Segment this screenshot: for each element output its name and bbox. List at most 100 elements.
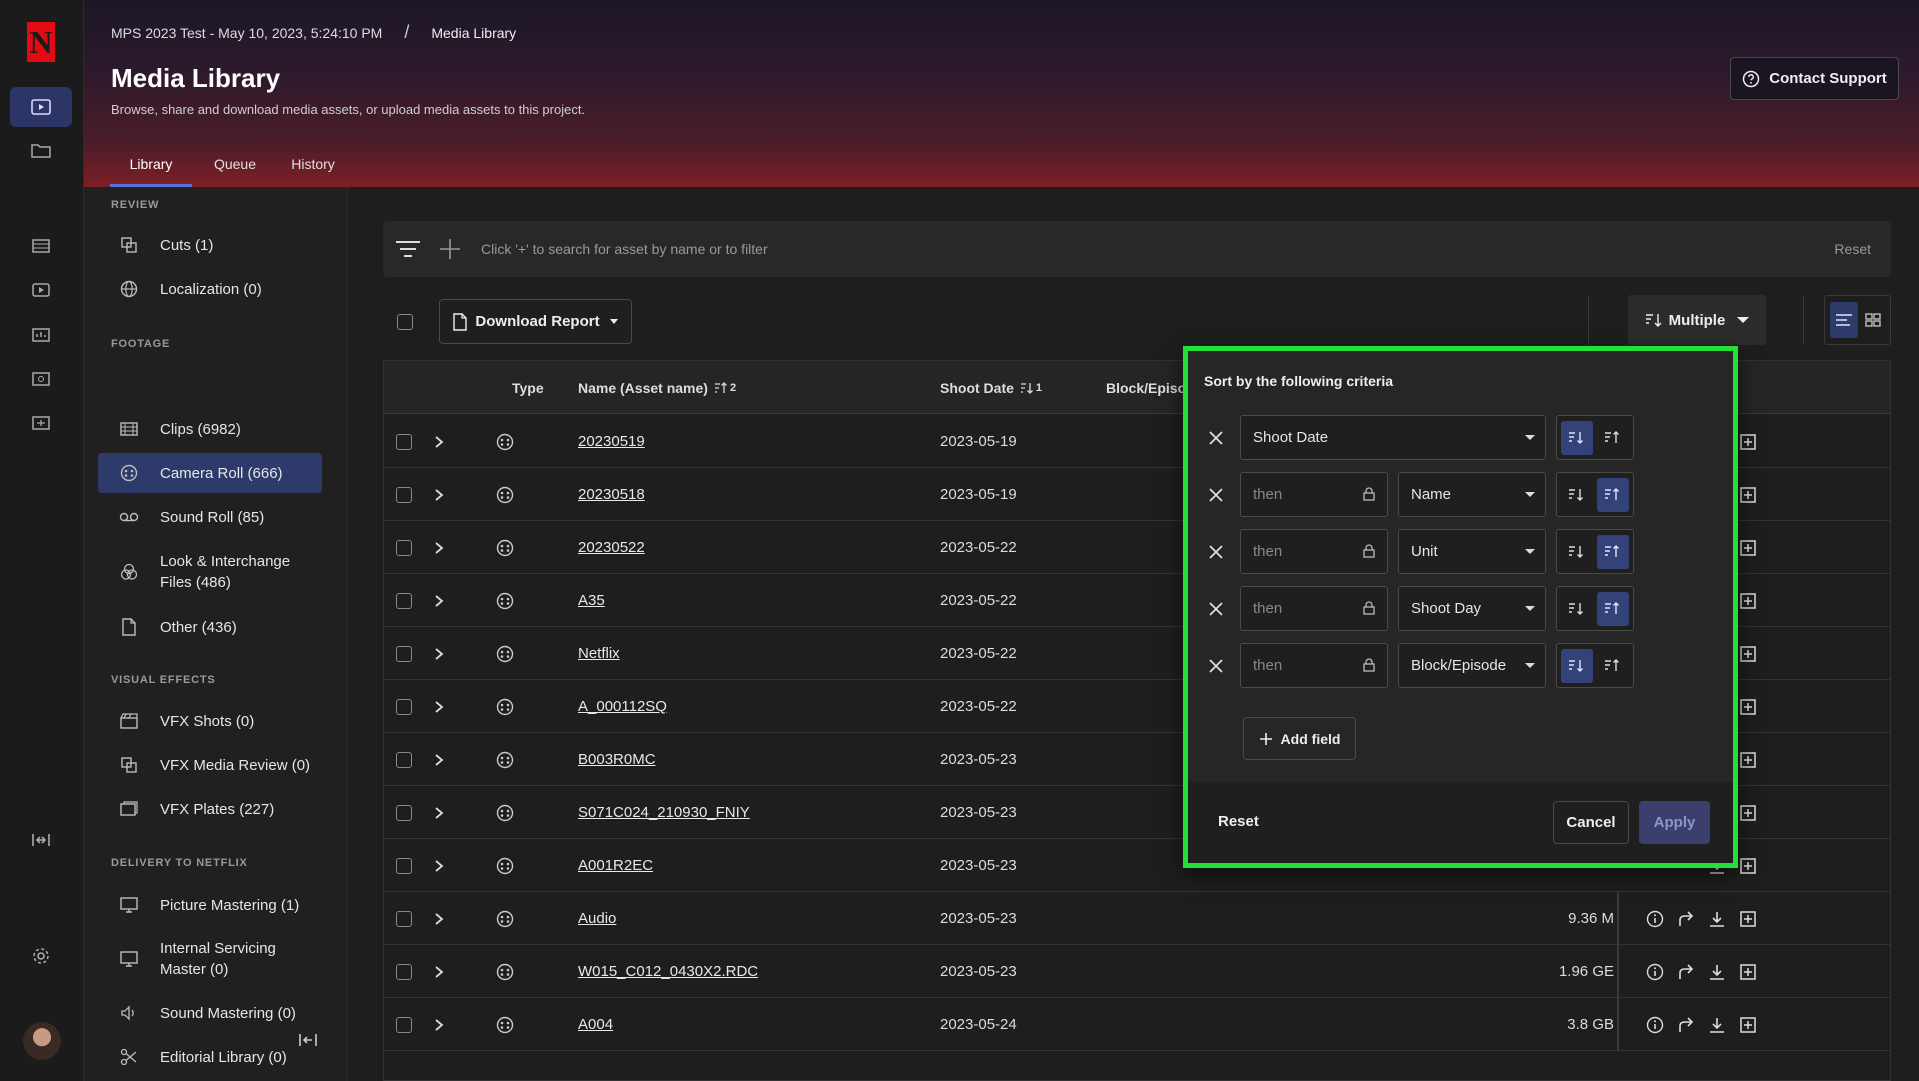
netflix-logo[interactable]: N [27, 22, 55, 62]
breadcrumb-project[interactable]: MPS 2023 Test - May 10, 2023, 5:24:10 PM [111, 25, 382, 41]
row-checkbox[interactable] [396, 998, 412, 1051]
expand-chevron-icon[interactable] [434, 627, 444, 680]
sidebar-item-sound-roll[interactable]: Sound Roll (85) [98, 497, 322, 537]
add-to-collection-icon[interactable] [1740, 945, 1756, 998]
add-to-collection-icon[interactable] [1740, 733, 1756, 786]
row-checkbox[interactable] [396, 945, 412, 998]
sort-field-select[interactable]: Shoot Day [1398, 586, 1546, 631]
popover-cancel-button[interactable]: Cancel [1553, 801, 1629, 844]
sidebar-item-editorial-library[interactable]: Editorial Library (0) [98, 1037, 322, 1077]
add-to-collection-icon[interactable] [1740, 415, 1756, 468]
row-checkbox[interactable] [396, 574, 412, 627]
tab-library[interactable]: Library [110, 146, 192, 187]
expand-chevron-icon[interactable] [434, 839, 444, 892]
sort-descending-icon[interactable] [1561, 420, 1593, 455]
sort-descending-icon[interactable] [1561, 592, 1593, 626]
asset-name-link[interactable]: Audio [578, 892, 616, 945]
video-rail-icon[interactable] [10, 270, 72, 310]
asset-name-link[interactable]: 20230518 [578, 468, 645, 521]
info-icon[interactable] [1646, 945, 1664, 998]
sidebar-item-other[interactable]: Other (436) [98, 607, 322, 647]
list-view-icon[interactable] [1830, 302, 1859, 338]
add-to-collection-icon[interactable] [1740, 574, 1756, 627]
vfx-rail-icon[interactable] [10, 358, 72, 398]
sort-ascending-icon[interactable] [1597, 591, 1629, 626]
add-to-collection-icon[interactable] [1740, 786, 1756, 839]
sort-descending-icon[interactable] [1561, 648, 1593, 683]
download-report-button[interactable]: Download Report [439, 299, 632, 344]
search-input[interactable]: Click '+' to search for asset by name or… [481, 241, 1834, 257]
row-checkbox[interactable] [396, 680, 412, 733]
download-icon[interactable] [1709, 998, 1725, 1051]
tab-queue[interactable]: Queue [202, 146, 268, 187]
collapse-panel-icon[interactable] [10, 820, 72, 860]
col-block-episode[interactable]: Block/Episo [1106, 361, 1186, 414]
sidebar-item-clips[interactable]: Clips (6982) [98, 409, 322, 449]
asset-name-link[interactable]: W015_C012_0430X2.RDC [578, 945, 758, 998]
expand-chevron-icon[interactable] [434, 733, 444, 786]
sidebar-item-picture-mastering[interactable]: Picture Mastering (1) [98, 885, 322, 925]
add-to-collection-icon[interactable] [1740, 998, 1756, 1051]
popover-apply-button[interactable]: Apply [1639, 801, 1710, 844]
row-checkbox[interactable] [396, 627, 412, 680]
filter-lines-icon[interactable] [395, 240, 423, 258]
col-name[interactable]: Name (Asset name) 2 [578, 361, 736, 414]
expand-chevron-icon[interactable] [434, 415, 444, 468]
settings-gear-icon[interactable] [10, 936, 72, 976]
add-to-collection-icon[interactable] [1740, 839, 1756, 892]
asset-name-link[interactable]: Netflix [578, 627, 620, 680]
col-type[interactable]: Type [512, 361, 544, 414]
asset-name-link[interactable]: A35 [578, 574, 605, 627]
expand-chevron-icon[interactable] [434, 786, 444, 839]
row-checkbox[interactable] [396, 892, 412, 945]
add-field-button[interactable]: Add field [1243, 717, 1356, 760]
sidebar-item-vfx-plates[interactable]: VFX Plates (227) [98, 789, 322, 829]
asset-name-link[interactable]: S071C024_210930_FNIY [578, 786, 750, 839]
download-icon[interactable] [1709, 945, 1725, 998]
asset-name-link[interactable]: 20230519 [578, 415, 645, 468]
sidebar-item-look-interchange[interactable]: Look & Interchange Files (486) [98, 541, 322, 603]
sidebar-item-sound-mastering[interactable]: Sound Mastering (0) [98, 993, 322, 1033]
user-avatar[interactable] [23, 1022, 61, 1060]
asset-name-link[interactable]: A001R2EC [578, 839, 653, 892]
expand-chevron-icon[interactable] [434, 892, 444, 945]
download-icon[interactable] [1709, 892, 1725, 945]
sort-ascending-icon[interactable] [1597, 477, 1629, 512]
sort-field-select[interactable]: Shoot Date [1240, 415, 1546, 460]
table-row[interactable]: Audio 2023-05-23 9.36 M [384, 892, 1890, 945]
remove-criterion-close-icon[interactable] [1198, 487, 1234, 502]
add-filter-plus-icon[interactable] [439, 238, 461, 260]
row-checkbox[interactable] [396, 733, 412, 786]
asset-name-link[interactable]: B003R0MC [578, 733, 656, 786]
row-checkbox[interactable] [396, 839, 412, 892]
remove-criterion-close-icon[interactable] [1198, 658, 1234, 673]
asset-name-link[interactable]: 20230522 [578, 521, 645, 574]
folder-rail-icon[interactable] [10, 130, 72, 170]
media-library-rail-icon[interactable] [10, 87, 72, 127]
sidebar-item-vfx-shots[interactable]: VFX Shots (0) [98, 701, 322, 741]
info-icon[interactable] [1646, 998, 1664, 1051]
add-to-collection-icon[interactable] [1740, 521, 1756, 574]
row-checkbox[interactable] [396, 468, 412, 521]
sidebar-item-cuts[interactable]: Cuts (1) [98, 225, 322, 265]
expand-chevron-icon[interactable] [434, 468, 444, 521]
share-icon[interactable] [1677, 998, 1695, 1051]
search-reset-button[interactable]: Reset [1834, 241, 1871, 257]
expand-chevron-icon[interactable] [434, 998, 444, 1051]
col-shoot-date[interactable]: Shoot Date 1 [940, 361, 1042, 414]
share-icon[interactable] [1677, 892, 1695, 945]
sort-field-select[interactable]: Unit [1398, 529, 1546, 574]
add-to-collection-icon[interactable] [1740, 680, 1756, 733]
expand-chevron-icon[interactable] [434, 521, 444, 574]
table-row[interactable]: A004 2023-05-24 3.8 GB [384, 998, 1890, 1051]
sort-field-select[interactable]: Name [1398, 472, 1546, 517]
row-checkbox[interactable] [396, 521, 412, 574]
collapse-sidebar-icon[interactable] [298, 1032, 318, 1048]
select-all-checkbox[interactable] [397, 314, 413, 330]
sort-ascending-icon[interactable] [1597, 534, 1629, 569]
expand-chevron-icon[interactable] [434, 574, 444, 627]
grid-view-icon[interactable] [1861, 302, 1885, 338]
asset-name-link[interactable]: A004 [578, 998, 613, 1051]
asset-name-link[interactable]: A_000112SQ [578, 680, 667, 733]
share-icon[interactable] [1677, 945, 1695, 998]
